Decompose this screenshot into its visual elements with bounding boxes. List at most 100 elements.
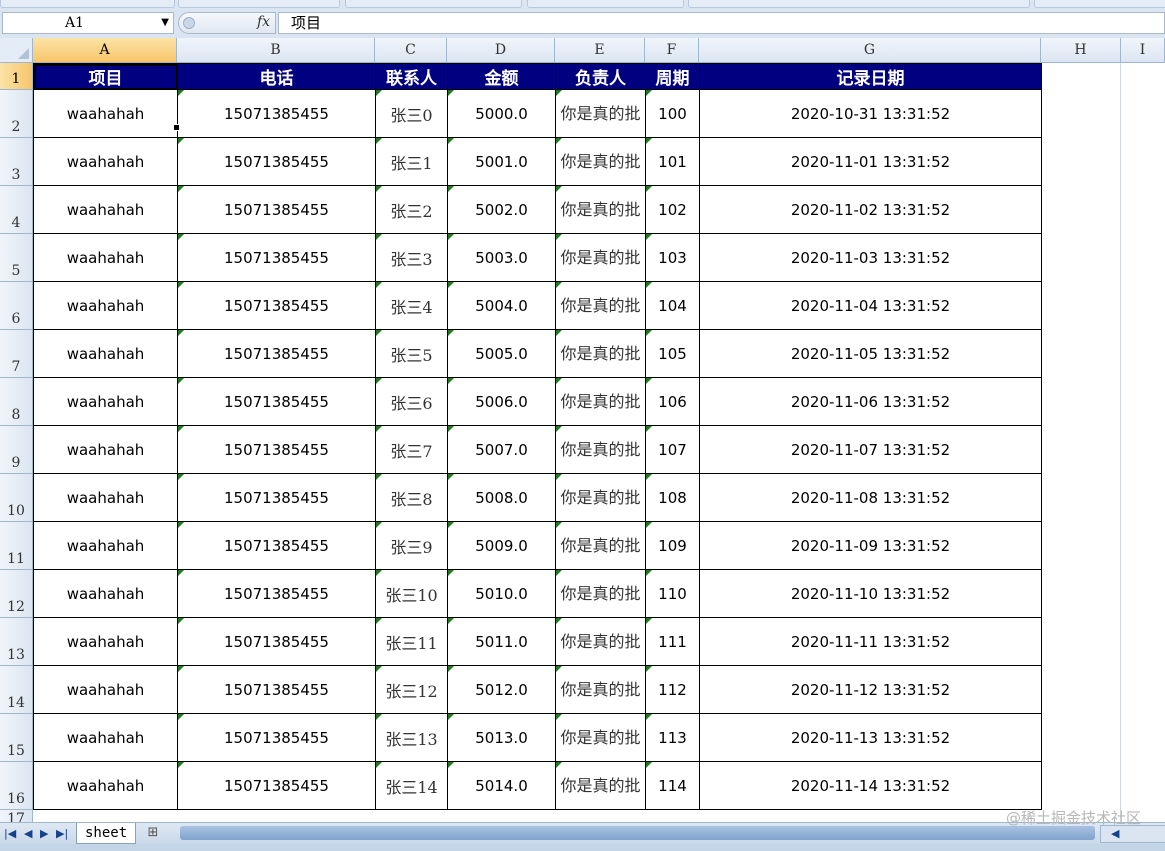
owner-cell[interactable]: 你是真的批 <box>555 665 646 714</box>
first-sheet-icon[interactable]: |◀ <box>4 827 16 840</box>
sheet-tab[interactable]: sheet <box>76 823 137 844</box>
phone-cell[interactable]: 15071385455 <box>177 377 376 426</box>
owner-cell[interactable]: 你是真的批 <box>555 329 646 378</box>
row-header[interactable]: 17 <box>0 810 33 822</box>
record-date-cell[interactable]: 2020-11-03 13:31:52 <box>699 233 1042 282</box>
header-cell-amount[interactable]: 金额 <box>447 63 556 90</box>
row-header[interactable]: 1 <box>0 63 33 90</box>
period-cell[interactable]: 114 <box>645 761 700 810</box>
empty-grid-area[interactable] <box>1040 63 1165 822</box>
project-cell[interactable]: waahahah <box>33 665 178 714</box>
amount-cell[interactable]: 5002.0 <box>447 185 556 234</box>
column-header-i[interactable]: I <box>1121 38 1165 63</box>
next-sheet-icon[interactable]: ▶ <box>40 827 48 840</box>
project-cell[interactable]: waahahah <box>33 377 178 426</box>
row-header[interactable]: 13 <box>0 618 33 666</box>
contact-cell[interactable]: 张三2 <box>375 185 448 234</box>
project-cell[interactable]: waahahah <box>33 521 178 570</box>
owner-cell[interactable]: 你是真的批 <box>555 137 646 186</box>
contact-cell[interactable]: 张三7 <box>375 425 448 474</box>
amount-cell[interactable]: 5006.0 <box>447 377 556 426</box>
period-cell[interactable]: 112 <box>645 665 700 714</box>
record-date-cell[interactable]: 2020-11-06 13:31:52 <box>699 377 1042 426</box>
period-cell[interactable]: 105 <box>645 329 700 378</box>
owner-cell[interactable]: 你是真的批 <box>555 617 646 666</box>
owner-cell[interactable]: 你是真的批 <box>555 233 646 282</box>
period-cell[interactable]: 106 <box>645 377 700 426</box>
period-cell[interactable]: 109 <box>645 521 700 570</box>
project-cell[interactable]: waahahah <box>33 473 178 522</box>
column-header-a[interactable]: A <box>33 38 177 63</box>
row-header[interactable]: 15 <box>0 714 33 762</box>
column-header-d[interactable]: D <box>447 38 555 63</box>
contact-cell[interactable]: 张三10 <box>375 569 448 618</box>
period-cell[interactable]: 113 <box>645 713 700 762</box>
header-cell-project[interactable]: 项目 <box>33 63 178 90</box>
contact-cell[interactable]: 张三5 <box>375 329 448 378</box>
amount-cell[interactable]: 5010.0 <box>447 569 556 618</box>
period-cell[interactable]: 101 <box>645 137 700 186</box>
column-header-f[interactable]: F <box>645 38 699 63</box>
contact-cell[interactable]: 张三0 <box>375 89 448 138</box>
row-header[interactable]: 10 <box>0 474 33 522</box>
amount-cell[interactable]: 5014.0 <box>447 761 556 810</box>
amount-cell[interactable]: 5009.0 <box>447 521 556 570</box>
project-cell[interactable]: waahahah <box>33 569 178 618</box>
amount-cell[interactable]: 5013.0 <box>447 713 556 762</box>
column-header-b[interactable]: B <box>177 38 375 63</box>
name-box[interactable]: A1 ▼ <box>2 12 174 34</box>
project-cell[interactable]: waahahah <box>33 329 178 378</box>
phone-cell[interactable]: 15071385455 <box>177 569 376 618</box>
project-cell[interactable]: waahahah <box>33 233 178 282</box>
row-header[interactable]: 12 <box>0 570 33 618</box>
phone-cell[interactable]: 15071385455 <box>177 329 376 378</box>
record-date-cell[interactable]: 2020-11-13 13:31:52 <box>699 713 1042 762</box>
amount-cell[interactable]: 5004.0 <box>447 281 556 330</box>
header-cell-owner[interactable]: 负责人 <box>555 63 646 90</box>
project-cell[interactable]: waahahah <box>33 185 178 234</box>
prev-sheet-icon[interactable]: ◀ <box>24 827 32 840</box>
owner-cell[interactable]: 你是真的批 <box>555 281 646 330</box>
project-cell[interactable]: waahahah <box>33 89 178 138</box>
spreadsheet-grid[interactable]: A B C D E F G H I 1 2 3 4 5 6 7 8 9 10 1… <box>0 38 1165 822</box>
horizontal-scrollbar[interactable] <box>180 826 1095 840</box>
record-date-cell[interactable]: 2020-11-04 13:31:52 <box>699 281 1042 330</box>
amount-cell[interactable]: 5001.0 <box>447 137 556 186</box>
owner-cell[interactable]: 你是真的批 <box>555 473 646 522</box>
row-header[interactable]: 3 <box>0 138 33 186</box>
phone-cell[interactable]: 15071385455 <box>177 761 376 810</box>
phone-cell[interactable]: 15071385455 <box>177 281 376 330</box>
record-date-cell[interactable]: 2020-11-10 13:31:52 <box>699 569 1042 618</box>
amount-cell[interactable]: 5007.0 <box>447 425 556 474</box>
owner-cell[interactable]: 你是真的批 <box>555 425 646 474</box>
contact-cell[interactable]: 张三11 <box>375 617 448 666</box>
amount-cell[interactable]: 5003.0 <box>447 233 556 282</box>
record-date-cell[interactable]: 2020-11-07 13:31:52 <box>699 425 1042 474</box>
resize-handle-icon[interactable] <box>183 17 195 29</box>
owner-cell[interactable]: 你是真的批 <box>555 713 646 762</box>
insert-sheet-icon[interactable]: ⊞ <box>140 825 166 841</box>
amount-cell[interactable]: 5000.0 <box>447 89 556 138</box>
header-cell-contact[interactable]: 联系人 <box>375 63 448 90</box>
phone-cell[interactable]: 15071385455 <box>177 473 376 522</box>
owner-cell[interactable]: 你是真的批 <box>555 761 646 810</box>
last-sheet-icon[interactable]: ▶| <box>56 827 68 840</box>
row-header[interactable]: 8 <box>0 378 33 426</box>
owner-cell[interactable]: 你是真的批 <box>555 521 646 570</box>
amount-cell[interactable]: 5008.0 <box>447 473 556 522</box>
phone-cell[interactable]: 15071385455 <box>177 521 376 570</box>
record-date-cell[interactable]: 2020-11-05 13:31:52 <box>699 329 1042 378</box>
period-cell[interactable]: 108 <box>645 473 700 522</box>
record-date-cell[interactable]: 2020-11-09 13:31:52 <box>699 521 1042 570</box>
insert-function-icon[interactable]: fx <box>257 14 270 30</box>
record-date-cell[interactable]: 2020-11-11 13:31:52 <box>699 617 1042 666</box>
contact-cell[interactable]: 张三14 <box>375 761 448 810</box>
column-header-c[interactable]: C <box>375 38 447 63</box>
header-cell-record-date[interactable]: 记录日期 <box>699 63 1042 90</box>
scroll-left-icon[interactable]: ◀ <box>1111 827 1119 840</box>
owner-cell[interactable]: 你是真的批 <box>555 377 646 426</box>
record-date-cell[interactable]: 2020-11-08 13:31:52 <box>699 473 1042 522</box>
period-cell[interactable]: 100 <box>645 89 700 138</box>
contact-cell[interactable]: 张三12 <box>375 665 448 714</box>
record-date-cell[interactable]: 2020-10-31 13:31:52 <box>699 89 1042 138</box>
